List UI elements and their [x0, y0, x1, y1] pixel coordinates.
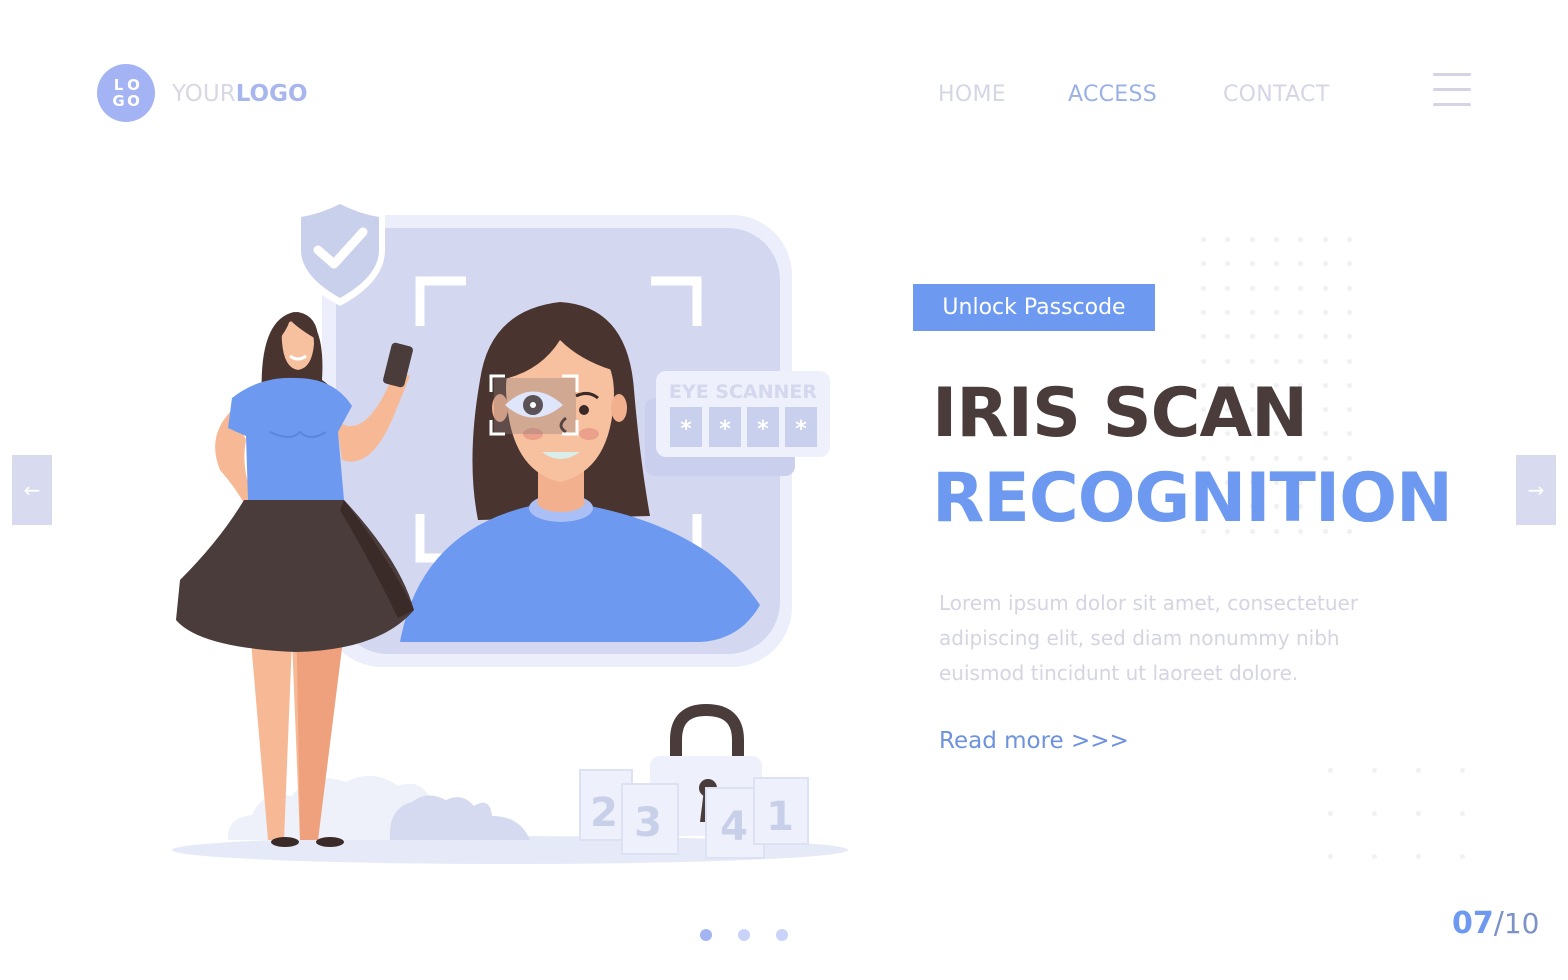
pin-mask: *: [680, 417, 692, 442]
slide-total: 10: [1503, 907, 1540, 940]
pagination-dot[interactable]: [776, 929, 788, 941]
slide-counter: 07/10: [1452, 906, 1540, 941]
unlock-passcode-tag: Unlock Passcode: [913, 284, 1155, 331]
slide-separator: /: [1493, 906, 1504, 941]
hero-title-line2: RECOGNITION: [932, 459, 1453, 538]
slide-current: 07: [1452, 906, 1494, 941]
pin-mask: *: [757, 417, 769, 442]
read-more-link[interactable]: Read more >>>: [939, 728, 1129, 754]
code-digit: 3: [634, 800, 662, 846]
pagination-dot[interactable]: [700, 929, 712, 941]
hero-title-line1: IRIS SCAN: [932, 374, 1308, 453]
eye-scanner-label: EYE SCANNER: [669, 381, 817, 403]
code-digit: 4: [720, 804, 748, 850]
pin-mask: *: [719, 417, 731, 442]
pagination-dot[interactable]: [738, 929, 750, 941]
hero-description: Lorem ipsum dolor sit amet, consectetuer…: [939, 591, 1359, 685]
code-digit: 1: [766, 794, 794, 840]
code-digit: 2: [590, 790, 618, 836]
pin-mask: *: [795, 417, 807, 442]
carousel-pagination: [700, 929, 788, 941]
